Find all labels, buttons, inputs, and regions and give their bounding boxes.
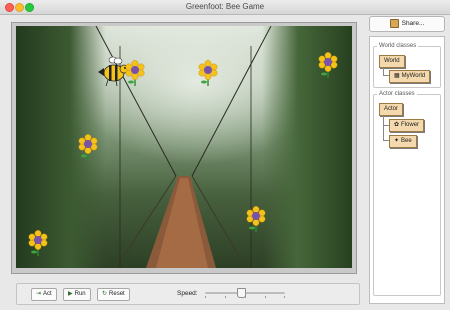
act-label: Act: [43, 291, 52, 297]
flower-icon: [246, 206, 266, 232]
class-flower-label: Flower: [401, 122, 420, 128]
flower-icon: [78, 134, 98, 160]
flower-icon: [28, 230, 48, 256]
flower-icon: [198, 60, 218, 86]
share-button[interactable]: Share...: [369, 16, 445, 32]
reset-label: Reset: [109, 291, 125, 297]
flower-actor[interactable]: [246, 206, 266, 232]
slider-tick: [284, 296, 285, 298]
reset-button[interactable]: ↻ Reset: [97, 288, 130, 301]
speed-slider-thumb[interactable]: [236, 288, 246, 298]
run-button[interactable]: ▶ Run: [63, 288, 91, 301]
flower-actor[interactable]: [28, 230, 48, 256]
bridge-background: [95, 26, 272, 268]
flower-icon: [318, 52, 338, 78]
slider-tick: [225, 296, 226, 298]
class-actor-label: Actor: [384, 106, 399, 112]
window-title: Greenfoot: Bee Game: [185, 2, 265, 11]
flower-icon: [125, 60, 145, 86]
speed-label: Speed:: [177, 290, 198, 297]
run-icon: ▶: [68, 291, 73, 297]
act-icon: ⇥: [36, 291, 42, 297]
actor-classes-label: Actor classes: [377, 91, 417, 97]
flower-actor[interactable]: [125, 60, 145, 86]
run-label: Run: [74, 291, 86, 297]
slider-tick: [205, 296, 206, 298]
flower-actor[interactable]: [198, 60, 218, 86]
reset-icon: ↻: [102, 291, 108, 297]
act-button[interactable]: ⇥ Act: [31, 288, 57, 301]
class-bee[interactable]: ✦ Bee: [389, 135, 417, 148]
class-world-label: World: [384, 58, 400, 64]
title-bar: Greenfoot: Bee Game: [0, 0, 450, 15]
class-world[interactable]: World: [379, 55, 405, 68]
world-classes-label: World classes: [377, 43, 419, 49]
world-thumbnail-icon: ▦: [394, 73, 400, 79]
class-bee-label: Bee: [401, 138, 412, 144]
world-canvas[interactable]: [16, 26, 352, 268]
flower-icon: ✿: [394, 122, 400, 128]
class-flower[interactable]: ✿ Flower: [389, 119, 425, 132]
class-actor[interactable]: Actor: [379, 103, 404, 116]
share-icon: [389, 18, 399, 28]
flower-actor[interactable]: [78, 134, 98, 160]
slider-tick: [265, 296, 266, 298]
class-myworld-label: MyWorld: [401, 73, 426, 79]
share-label: Share...: [401, 20, 425, 27]
class-myworld[interactable]: ▦ MyWorld: [389, 70, 431, 83]
flower-actor[interactable]: [318, 52, 338, 78]
bee-icon: ✦: [394, 138, 400, 144]
